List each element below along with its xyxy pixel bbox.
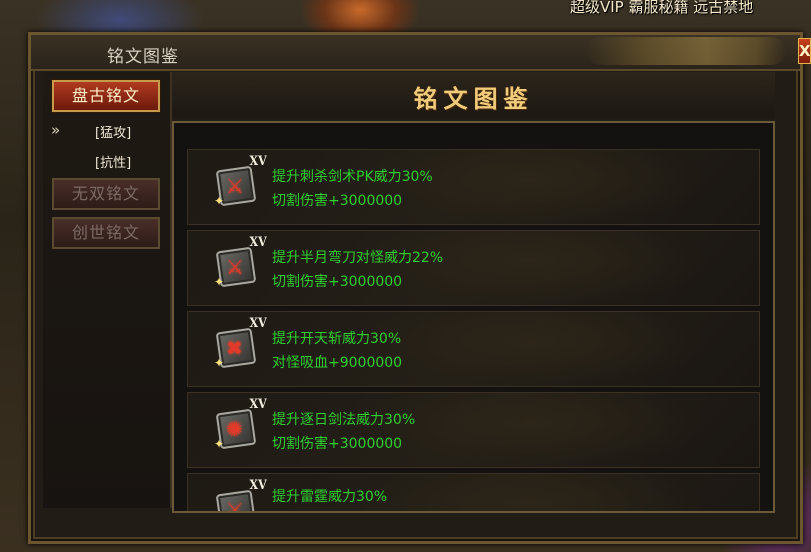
content-title: 铭文图鉴 bbox=[413, 84, 534, 113]
inscription-list[interactable]: ⚔ ✦ XV 提升刺杀剑术PK威力30% 切割伤害+3000000 ⚔ ✦ XV… bbox=[172, 121, 775, 513]
sparkle-icon: ✦ bbox=[214, 194, 225, 208]
entry-effect: 切割伤害+3000000 bbox=[272, 274, 403, 290]
partial-icon: ⚔ bbox=[226, 498, 244, 513]
sparkle-icon: ✦ bbox=[214, 437, 225, 451]
close-button[interactable]: X bbox=[798, 38, 811, 64]
sparkle-icon: ✦ bbox=[214, 275, 225, 289]
inscription-icon: ⚔ bbox=[215, 489, 257, 513]
top-banner-text: 超级VIP 霸服秘籍 远古禁地 bbox=[570, 0, 754, 16]
inscription-entry[interactable]: ✺ ✦ XV 提升逐日剑法威力30% 切割伤害+3000000 bbox=[187, 392, 760, 468]
sun-sword-icon: ✺ bbox=[226, 417, 243, 442]
entry-description: 提升雷霆威力30% bbox=[272, 489, 388, 505]
entry-description: 提升逐日剑法威力30% bbox=[272, 412, 416, 428]
content-header: 铭文图鉴 bbox=[172, 72, 775, 118]
entry-description: 提升半月弯刀对怪威力22% bbox=[272, 250, 444, 266]
inscription-entry[interactable]: ✖ ✦ XV 提升开天斩威力30% 对怪吸血+9000000 bbox=[187, 311, 760, 387]
category-pangu-button[interactable]: 盘古铭文 bbox=[52, 80, 160, 112]
sparkle-icon: ✦ bbox=[214, 356, 225, 370]
entry-effect: 切割伤害+3000000 bbox=[272, 436, 403, 452]
category-chuangshi-button[interactable]: 创世铭文 bbox=[52, 217, 160, 249]
cleave-icon: ✖ bbox=[226, 336, 243, 361]
entry-description: 提升开天斩威力30% bbox=[272, 331, 402, 347]
category-sidebar: 盘古铭文 » [猛攻] [抗性] 无双铭文 创世铭文 bbox=[43, 72, 172, 508]
inscription-entry[interactable]: ⚔ ✦ XV 提升半月弯刀对怪威力22% 切割伤害+3000000 bbox=[187, 230, 760, 306]
entry-description: 提升刺杀剑术PK威力30% bbox=[272, 169, 433, 185]
window-titlebar[interactable]: 铭文图鉴 bbox=[31, 35, 800, 71]
level-badge: XV bbox=[249, 316, 267, 331]
level-badge: XV bbox=[249, 397, 267, 412]
level-badge: XV bbox=[249, 154, 267, 169]
level-badge: XV bbox=[249, 478, 267, 493]
inscription-entry[interactable]: ⚔ XV 提升雷霆威力30% bbox=[187, 473, 760, 513]
subcategory-fierce-attack[interactable]: [猛攻] bbox=[95, 122, 131, 141]
level-badge: XV bbox=[249, 235, 267, 250]
dragon-ornament-icon bbox=[586, 37, 786, 65]
selected-arrow-icon: » bbox=[51, 121, 60, 139]
category-wushuang-button[interactable]: 无双铭文 bbox=[52, 178, 160, 210]
entry-effect: 切割伤害+3000000 bbox=[272, 193, 403, 209]
inscription-entry[interactable]: ⚔ ✦ XV 提升刺杀剑术PK威力30% 切割伤害+3000000 bbox=[187, 149, 760, 225]
window-title: 铭文图鉴 bbox=[107, 47, 179, 67]
sword-slash-icon: ⚔ bbox=[226, 174, 244, 199]
entry-effect: 对怪吸血+9000000 bbox=[272, 355, 403, 371]
crescent-blade-icon: ⚔ bbox=[226, 255, 244, 280]
subcategory-resistance[interactable]: [抗性] bbox=[95, 152, 131, 171]
